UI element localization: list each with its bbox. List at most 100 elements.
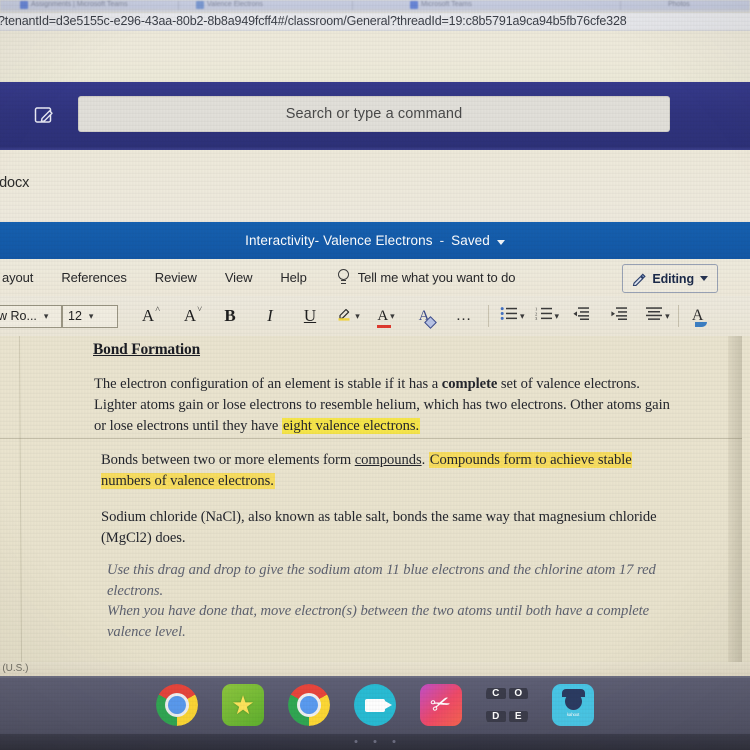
browser-tab-active[interactable]: Microsoft Teams — [410, 0, 472, 11]
more-options-button[interactable]: … — [452, 302, 476, 330]
page-background-top — [0, 31, 750, 82]
chevron-down-icon[interactable]: ▾ — [665, 311, 670, 322]
tab-help[interactable]: Help — [266, 270, 320, 285]
screen-photo: Assignments | Microsoft Teams Valence El… — [0, 0, 750, 750]
document-paragraph-4-line1[interactable]: Use this drag and drop to give the sodiu… — [107, 560, 682, 602]
word-file-bar — [0, 150, 750, 222]
search-input[interactable]: Search or type a command — [78, 96, 670, 132]
browser-tab[interactable]: Photos — [668, 0, 690, 11]
star-icon: ★ — [231, 690, 255, 720]
font-color-icon: A — [377, 307, 392, 328]
chrome-app-icon[interactable] — [156, 684, 198, 726]
browser-tab[interactable]: Assignments | Microsoft Teams — [20, 0, 128, 11]
highlight-marker-icon — [336, 305, 353, 327]
kahoot-app-icon[interactable]: kahoot — [552, 684, 594, 726]
chrome-icon — [156, 684, 198, 726]
code-letter-o: O — [508, 688, 528, 700]
para1-highlight: eight valence electrons. — [281, 418, 421, 434]
bold-button[interactable]: B — [218, 302, 242, 330]
chevron-down-icon[interactable]: ▾ — [390, 311, 395, 322]
save-status[interactable]: Saved — [451, 233, 490, 248]
chrome-app-icon-2[interactable] — [288, 684, 330, 726]
para1-seg1: The electron configuration of an element… — [94, 376, 442, 392]
document-paragraph-4-line2[interactable]: When you have done that, move electron(s… — [107, 601, 672, 643]
grow-font-icon: A ˄ — [141, 304, 161, 325]
title-separator: - — [439, 233, 445, 248]
svg-text:3: 3 — [535, 316, 538, 321]
code-letter-d: D — [486, 710, 506, 722]
browser-url-bar[interactable]: ?tenantId=d3e5155c-e296-43aa-80b2-8b8a94… — [0, 13, 750, 31]
editing-label: Editing — [652, 271, 694, 286]
document-canvas[interactable]: Bond Formation The electron configuratio… — [0, 336, 750, 662]
chevron-down-icon[interactable] — [700, 276, 708, 281]
bulleted-list-button[interactable]: ▾ — [500, 302, 525, 330]
bold-icon: B — [224, 306, 236, 325]
clear-formatting-button[interactable]: A — [412, 302, 438, 330]
tell-me-box[interactable]: Tell me what you want to do — [337, 269, 516, 286]
chevron-down-icon[interactable]: ▾ — [355, 311, 360, 322]
italic-icon: I — [267, 306, 273, 325]
chevron-down-icon[interactable]: ▾ — [520, 311, 525, 322]
editing-mode-button[interactable]: Editing — [622, 264, 718, 293]
teams-icon — [20, 0, 28, 9]
numbered-list-button[interactable]: 1 2 3 ▾ — [535, 302, 560, 330]
tell-me-label: Tell me what you want to do — [357, 270, 516, 285]
browser-tab-title: Assignments | Microsoft Teams — [31, 1, 128, 8]
code-letter-c: C — [486, 688, 506, 700]
italic-button[interactable]: I — [258, 302, 282, 330]
tab-layout[interactable]: ayout — [0, 270, 47, 285]
align-button[interactable]: ▾ — [645, 302, 670, 330]
browser-tab-title: Valence Electrons — [207, 1, 263, 8]
teams-icon — [410, 0, 418, 9]
shrink-font-icon: A ˅ — [183, 304, 203, 325]
font-name-value: w Ro... — [0, 309, 37, 323]
search-placeholder: Search or type a command — [285, 106, 463, 122]
formatting-toolbar: w Ro... ▾ 12 ▾ A ˄ A ˅ B I U ▾ A ▾ A … ▾… — [0, 296, 750, 337]
chevron-down-icon[interactable]: ▾ — [42, 311, 55, 322]
decrease-indent-button[interactable] — [569, 302, 593, 330]
compose-pencil-icon[interactable] — [30, 103, 58, 127]
document-paragraph-2[interactable]: Bonds between two or more elements form … — [101, 450, 667, 492]
toolbar-divider — [488, 305, 489, 327]
code-org-app-icon[interactable]: C O D E — [486, 684, 528, 726]
chevron-down-icon[interactable]: ▾ — [87, 311, 100, 322]
word-status-bar — [0, 662, 750, 676]
status-language-label[interactable]: h (U.S.) — [0, 662, 28, 676]
tab-references[interactable]: References — [47, 270, 140, 285]
para2-seg2: . — [421, 452, 429, 468]
increase-indent-button[interactable] — [607, 302, 631, 330]
document-paragraph-1[interactable]: The electron configuration of an element… — [94, 374, 684, 437]
font-size-value: 12 — [68, 309, 82, 323]
document-heading: Bond Formation — [93, 341, 201, 358]
browser-tab[interactable]: Valence Electrons — [196, 0, 263, 11]
taskbar-app-list: ★ ✂ C O D E kahoot — [0, 676, 750, 734]
word-title-bar: Interactivity- Valence Electrons - Saved — [0, 222, 750, 259]
styles-icon: A — [692, 307, 707, 327]
document-filename[interactable]: s.docx — [0, 175, 29, 191]
browser-tab-strip[interactable]: Assignments | Microsoft Teams Valence El… — [0, 0, 750, 13]
chevron-down-icon[interactable]: ▾ — [555, 311, 560, 322]
chevron-down-icon[interactable] — [496, 239, 505, 245]
star-app-icon[interactable]: ★ — [222, 684, 264, 726]
camera-app-icon[interactable] — [354, 684, 396, 726]
browser-tab-title: Photos — [668, 1, 690, 8]
taskbar-indicator-dots — [354, 740, 396, 743]
tab-view[interactable]: View — [211, 270, 267, 285]
code-letter-e: E — [508, 710, 528, 722]
scissors-icon: ✂ — [427, 688, 455, 721]
tab-review[interactable]: Review — [141, 270, 211, 285]
ellipsis-icon: … — [455, 307, 473, 324]
underline-button[interactable]: U — [298, 302, 322, 330]
shrink-font-button[interactable]: A ˅ — [178, 302, 202, 330]
font-name-select[interactable]: w Ro... ▾ — [0, 304, 62, 328]
url-text[interactable]: ?tenantId=d3e5155c-e296-43aa-80b2-8b8a94… — [0, 13, 627, 30]
pink-app-icon[interactable]: ✂ — [420, 684, 462, 726]
font-size-select[interactable]: 12 ▾ — [62, 304, 118, 328]
document-paragraph-3[interactable]: Sodium chloride (NaCl), also known as ta… — [101, 507, 681, 549]
grow-font-button[interactable]: A ˄ — [136, 302, 160, 330]
bulleted-list-icon — [500, 306, 518, 326]
highlight-button[interactable]: ▾ — [336, 302, 360, 330]
font-color-button[interactable]: A ▾ — [374, 302, 398, 330]
page-title: Interactivity- Valence Electrons — [245, 233, 433, 248]
styles-button[interactable]: A — [686, 302, 710, 330]
